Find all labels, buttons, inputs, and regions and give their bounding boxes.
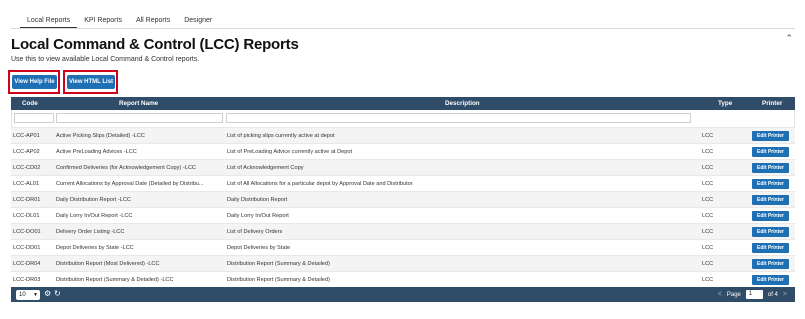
cell-type: LCC <box>702 197 714 203</box>
cell-code: LCC-DR04 <box>13 261 41 267</box>
next-page-button[interactable]: > <box>783 291 787 298</box>
cell-description: Daily Lorry In/Out Report <box>227 213 289 219</box>
edit-printer-button[interactable]: Edit Printer <box>752 243 789 253</box>
cell-type: LCC <box>702 213 714 219</box>
cell-description: Depot Deliveries by State <box>227 245 291 251</box>
cell-code: LCC-DR03 <box>13 277 41 283</box>
edit-printer-button[interactable]: Edit Printer <box>752 211 789 221</box>
cell-description: Distribution Report (Summary & Detailed) <box>227 261 330 267</box>
cell-report-name: Distribution Report (Summary & Detailed)… <box>56 277 174 283</box>
tab-local-reports[interactable]: Local Reports <box>20 14 78 28</box>
page-size-value: 10 <box>19 292 26 298</box>
cell-report-name: Distribution Report (Most Delivered) -LC… <box>56 261 160 267</box>
cell-code: LCC-AL01 <box>13 181 40 187</box>
table-row[interactable]: LCC-CD02 Confirmed Deliveries (for Acknow… <box>11 159 795 175</box>
chevron-up-icon[interactable]: ⌃ <box>785 33 793 44</box>
edit-printer-button[interactable]: Edit Printer <box>752 131 789 141</box>
refresh-icon[interactable]: ↻ <box>54 289 61 298</box>
cell-code: LCC-DL01 <box>13 213 40 219</box>
column-header-printer[interactable]: Printer <box>762 100 782 107</box>
cell-report-name: Daily Distribution Report -LCC <box>56 197 131 203</box>
page-number-input[interactable]: 1 <box>745 290 763 299</box>
table-row[interactable]: LCC-DR04 Distribution Report (Most Delive… <box>11 255 795 271</box>
cell-report-name: Delivery Order Listing -LCC <box>56 229 125 235</box>
cell-report-name: Active Picking Slips (Detailed) -LCC <box>56 133 145 139</box>
cell-type: LCC <box>702 245 714 251</box>
column-header-type[interactable]: Type <box>718 100 732 107</box>
report-name-filter-input[interactable] <box>56 113 223 123</box>
table-row[interactable]: LCC-DO01 Delivery Order Listing -LCC List … <box>11 223 795 239</box>
edit-printer-button[interactable]: Edit Printer <box>752 179 789 189</box>
cell-code: LCC-DR01 <box>13 197 41 203</box>
cell-description: List of Acknowledgement Copy <box>227 165 304 171</box>
page-label: Page <box>726 291 741 298</box>
page-size-select[interactable]: 10 ▼ <box>16 290 40 300</box>
column-header-description[interactable]: Description <box>445 100 480 107</box>
cell-type: LCC <box>702 277 714 283</box>
cell-description: List of picking slips currently active a… <box>227 133 335 139</box>
table-row[interactable]: LCC-AL01 Current Allocations by Approval … <box>11 175 795 191</box>
edit-printer-button[interactable]: Edit Printer <box>752 227 789 237</box>
table-row[interactable]: LCC-DD01 Depot Deliveries by State -LCC De… <box>11 239 795 255</box>
cell-code: LCC-AP01 <box>13 133 40 139</box>
cell-report-name: Daily Lorry In/Out Report -LCC <box>56 213 133 219</box>
cell-description: List of PreLoading Advice currently acti… <box>227 149 352 155</box>
pager: < Page 1 of 4 > <box>718 290 787 299</box>
cell-type: LCC <box>702 165 714 171</box>
cell-description: Distribution Report (Summary & Detailed) <box>227 277 330 283</box>
cell-report-name: Depot Deliveries by State -LCC <box>56 245 134 251</box>
tab-designer[interactable]: Designer <box>177 14 219 28</box>
cell-code: LCC-DD01 <box>13 245 41 251</box>
cell-type: LCC <box>702 181 714 187</box>
table-row[interactable]: LCC-DR03 Distribution Report (Summary & D… <box>11 271 795 287</box>
edit-printer-button[interactable]: Edit Printer <box>752 275 789 285</box>
tab-all-reports[interactable]: All Reports <box>129 14 177 28</box>
grid-header: Code Report Name Description Type Printe… <box>11 97 795 110</box>
tab-kpi-reports[interactable]: KPI Reports <box>77 14 129 28</box>
cell-report-name: Active PreLoading Advices -LCC <box>56 149 137 155</box>
filter-row <box>11 110 795 127</box>
column-header-code[interactable]: Code <box>22 100 38 107</box>
page-title: Local Command & Control (LCC) Reports <box>11 36 299 53</box>
grid-footer: 10 ▼ ⚙ ↻ < Page 1 of 4 > <box>11 287 795 302</box>
cell-code: LCC-CD02 <box>13 165 41 171</box>
cell-report-name: Confirmed Deliveries (for Acknowledgemen… <box>56 165 196 171</box>
chevron-down-icon: ▼ <box>33 292 38 298</box>
table-row[interactable]: LCC-DR01 Daily Distribution Report -LCC Da… <box>11 191 795 207</box>
report-tabs: Local Reports KPI Reports All Reports De… <box>20 14 219 32</box>
table-row[interactable]: LCC-AP02 Active PreLoading Advices -LCC Li… <box>11 143 795 159</box>
edit-printer-button[interactable]: Edit Printer <box>752 259 789 269</box>
edit-printer-button[interactable]: Edit Printer <box>752 163 789 173</box>
reports-grid: Code Report Name Description Type Printe… <box>11 97 795 302</box>
cell-description: Daily Distribution Report <box>227 197 288 203</box>
view-help-file-button[interactable]: View Help File <box>12 75 57 89</box>
tabs-divider <box>11 28 795 29</box>
description-filter-input[interactable] <box>226 113 691 123</box>
prev-page-button[interactable]: < <box>718 291 722 298</box>
page-count: of 4 <box>767 291 778 298</box>
cell-description: List of Delivery Orders <box>227 229 283 235</box>
column-header-report-name[interactable]: Report Name <box>119 100 158 107</box>
edit-printer-button[interactable]: Edit Printer <box>752 195 789 205</box>
cell-report-name: Current Allocations by Approval Date (De… <box>56 181 204 187</box>
cell-code: LCC-AP02 <box>13 149 40 155</box>
edit-printer-button[interactable]: Edit Printer <box>752 147 789 157</box>
cell-description: List of All Allocations for a particular… <box>227 181 413 187</box>
gear-icon[interactable]: ⚙ <box>44 289 51 298</box>
cell-type: LCC <box>702 229 714 235</box>
view-html-list-button[interactable]: View HTML List <box>67 75 115 89</box>
cell-type: LCC <box>702 133 714 139</box>
code-filter-input[interactable] <box>14 113 54 123</box>
cell-type: LCC <box>702 149 714 155</box>
cell-code: LCC-DO01 <box>13 229 41 235</box>
cell-type: LCC <box>702 261 714 267</box>
grid-body: LCC-AP01 Active Picking Slips (Detailed) … <box>11 127 795 287</box>
page-subtitle: Use this to view available Local Command… <box>11 56 200 63</box>
table-row[interactable]: LCC-AP01 Active Picking Slips (Detailed) … <box>11 127 795 143</box>
table-row[interactable]: LCC-DL01 Daily Lorry In/Out Report -LCC Da… <box>11 207 795 223</box>
